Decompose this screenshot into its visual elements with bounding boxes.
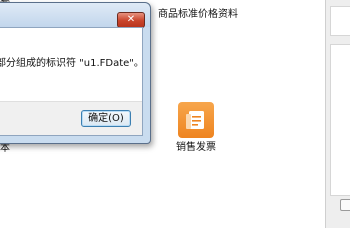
close-button[interactable]: ✕ (117, 12, 145, 28)
document-icon (186, 111, 204, 129)
dialog-body: 部分组成的标识符 "u1.FDate"。 确定(O) (0, 27, 144, 136)
sales-invoice-label: 销售发票 (176, 142, 216, 153)
close-icon: ✕ (126, 14, 136, 25)
price-data-label[interactable]: 商品标准价格资料 (158, 5, 238, 20)
side-panel-cell (330, 44, 350, 196)
right-side-panel (325, 0, 350, 228)
error-message: 部分组成的标识符 "u1.FDate"。 (0, 58, 144, 69)
sales-invoice-button[interactable] (178, 102, 214, 138)
dialog-titlebar[interactable]: ✕ (0, 3, 150, 28)
ok-button[interactable]: 确定(O) (81, 110, 131, 127)
dialog-button-bar: 确定(O) (0, 101, 142, 135)
message-dialog: ✕ 部分组成的标识符 "u1.FDate"。 确定(O) (0, 2, 151, 144)
side-panel-cell (330, 6, 350, 36)
side-panel-tab[interactable] (340, 199, 350, 211)
